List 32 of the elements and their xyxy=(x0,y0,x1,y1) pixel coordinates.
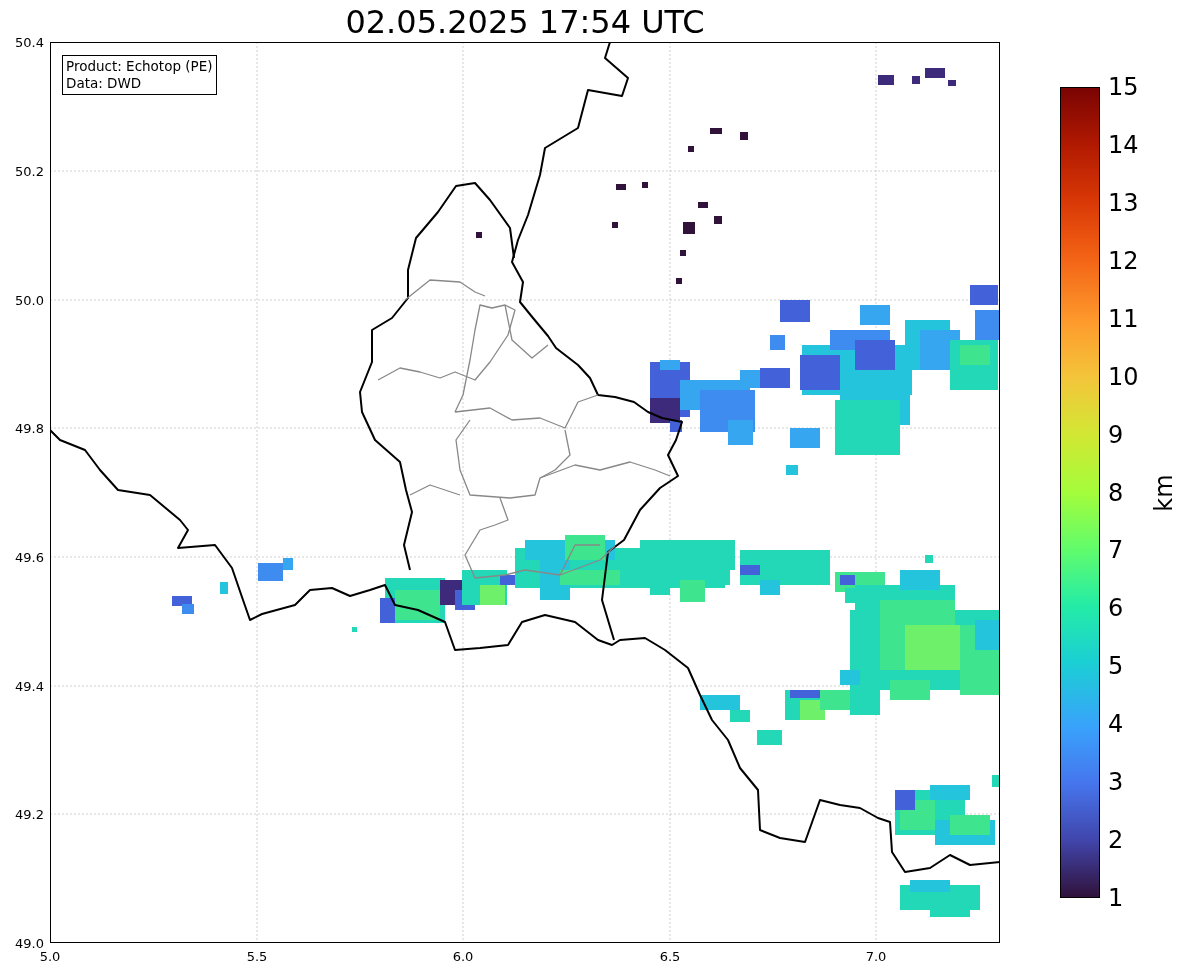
x-tick-label: 5.5 xyxy=(246,949,268,964)
colorbar-label: km xyxy=(1149,473,1178,512)
colorbar-tick-label: 11 xyxy=(1108,306,1139,331)
legend-text: Data: DWD xyxy=(66,75,143,92)
colorbar-tick-label: 12 xyxy=(1108,248,1139,273)
colorbar-tick-label: 7 xyxy=(1108,538,1124,563)
y-tick-label: 49.2 xyxy=(15,806,44,822)
y-tick-label: 49.8 xyxy=(15,420,44,436)
colorbar-tick-label: 3 xyxy=(1108,770,1124,795)
y-tick-label: 50.4 xyxy=(15,34,44,50)
y-tick-label: 49.6 xyxy=(15,549,44,565)
x-tick-label: 5.0 xyxy=(39,949,61,964)
colorbar-tick-label: 6 xyxy=(1108,596,1124,621)
y-tick-label: 50.2 xyxy=(15,163,44,179)
colorbar-tick-label: 8 xyxy=(1108,480,1124,505)
colorbar-tick-label: 14 xyxy=(1108,132,1139,157)
colorbar-tick-label: 9 xyxy=(1108,422,1124,447)
y-tick-label: 49.0 xyxy=(15,935,44,951)
legend-text: Product: Echotop (PE) xyxy=(66,58,213,75)
colorbar-tick-label: 10 xyxy=(1108,364,1139,389)
colorbar-tick-label: 2 xyxy=(1108,828,1124,853)
x-tick-label: 6.0 xyxy=(452,949,474,964)
x-tick-label: 7.0 xyxy=(865,949,887,964)
colorbar-tick-label: 15 xyxy=(1108,75,1139,99)
colorbar-tick-label: 13 xyxy=(1108,190,1139,215)
colorbar-tick-label: 1 xyxy=(1108,886,1124,910)
y-tick-label: 50.0 xyxy=(15,292,44,308)
chart-title: 02.05.2025 17:54 UTC xyxy=(345,2,705,43)
colorbar-tick-label: 5 xyxy=(1108,654,1124,679)
y-tick-label: 49.4 xyxy=(15,678,44,694)
colorbar-tick-label: 4 xyxy=(1108,712,1124,737)
x-tick-label: 6.5 xyxy=(659,949,681,964)
